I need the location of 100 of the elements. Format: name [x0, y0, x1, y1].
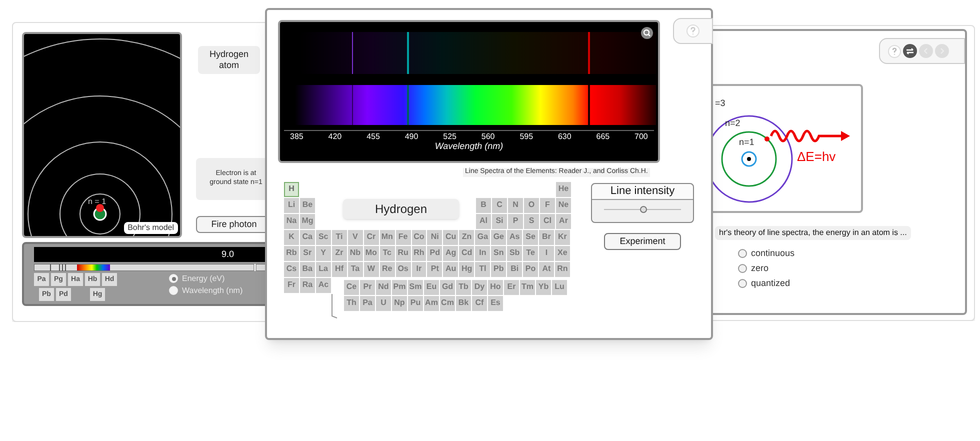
element-tile[interactable]: Eu [424, 280, 439, 295]
element-tile[interactable]: Cu [443, 230, 458, 245]
element-tile[interactable]: V [348, 230, 363, 245]
element-tile[interactable]: Er [504, 280, 519, 295]
element-tile[interactable]: Am [424, 296, 439, 311]
element-tile[interactable]: W [364, 262, 379, 277]
element-tile[interactable]: Sb [507, 246, 522, 261]
help-tab[interactable] [673, 18, 713, 44]
element-tile[interactable]: Mg [300, 214, 315, 229]
element-tile[interactable]: Ac [316, 278, 331, 293]
element-tile[interactable]: Na [284, 214, 299, 229]
element-tile[interactable]: Po [523, 262, 538, 277]
element-tile[interactable]: Sc [316, 230, 331, 245]
element-tile[interactable]: Ge [491, 230, 506, 245]
element-tile[interactable]: B [476, 198, 491, 213]
element-tile[interactable]: Li [284, 198, 299, 213]
element-tile[interactable]: As [507, 230, 522, 245]
element-tile[interactable]: Tc [380, 246, 395, 261]
element-tile[interactable]: S [524, 214, 539, 229]
element-tile[interactable]: O [524, 198, 539, 213]
element-tile[interactable]: Sn [491, 246, 506, 261]
element-tile[interactable]: K [284, 230, 299, 245]
element-tile[interactable]: Pd [427, 246, 442, 261]
element-tile[interactable]: Pb [491, 262, 506, 277]
element-tile[interactable]: Pa [360, 296, 375, 311]
element-tile[interactable]: La [316, 262, 331, 277]
element-tile[interactable]: Ne [556, 198, 571, 213]
element-tile[interactable]: Pr [360, 280, 375, 295]
experiment-button[interactable]: Experiment [604, 232, 681, 250]
element-tile[interactable]: Bi [507, 262, 522, 277]
element-tile[interactable]: Ru [396, 246, 410, 261]
element-tile[interactable]: Ba [300, 262, 315, 277]
radio-button[interactable] [738, 249, 747, 258]
element-tile[interactable]: P [508, 214, 523, 229]
element-tile[interactable]: Co [412, 230, 426, 245]
element-tile[interactable]: Al [476, 214, 491, 229]
element-tile[interactable]: Mn [380, 230, 395, 245]
element-tile[interactable]: Th [344, 296, 359, 311]
element-tile[interactable]: Os [396, 262, 410, 277]
element-tile[interactable]: Ho [488, 280, 503, 295]
slider-thumb[interactable] [640, 206, 646, 213]
element-tile[interactable]: Ni [427, 230, 442, 245]
element-tile[interactable]: He [556, 182, 571, 197]
element-tile[interactable]: Cl [540, 214, 555, 229]
element-tile[interactable]: Tl [475, 262, 490, 277]
element-tile[interactable]: Dy [472, 280, 487, 295]
element-tile[interactable]: Pm [392, 280, 407, 295]
element-tile[interactable]: Ta [348, 262, 363, 277]
element-tile[interactable]: Y [316, 246, 331, 261]
element-tile[interactable]: H [284, 182, 299, 197]
element-tile[interactable]: Tm [520, 280, 535, 295]
element-tile[interactable]: Kr [554, 230, 570, 245]
element-tile[interactable]: Fe [396, 230, 410, 245]
element-tile[interactable]: Cr [364, 230, 379, 245]
element-tile[interactable]: Se [523, 230, 538, 245]
element-tile[interactable]: Sr [300, 246, 315, 261]
element-tile[interactable]: Rb [284, 246, 299, 261]
element-tile[interactable]: Gd [440, 280, 455, 295]
element-tile[interactable]: Zn [459, 230, 474, 245]
reset-icon[interactable] [903, 44, 917, 58]
element-tile[interactable]: Te [523, 246, 538, 261]
element-tile[interactable]: In [475, 246, 490, 261]
element-tile[interactable]: Es [488, 296, 503, 311]
element-tile[interactable]: Cm [440, 296, 455, 311]
element-tile[interactable]: Mo [364, 246, 379, 261]
element-tile[interactable]: U [376, 296, 391, 311]
element-tile[interactable]: Rn [554, 262, 570, 277]
element-tile[interactable]: Zr [332, 246, 347, 261]
element-tile[interactable]: C [492, 198, 507, 213]
element-tile[interactable]: Sm [408, 280, 423, 295]
element-tile[interactable]: Ce [344, 280, 359, 295]
element-tile[interactable]: Ar [556, 214, 571, 229]
radio-button[interactable] [738, 264, 747, 273]
element-tile[interactable]: Pt [427, 262, 442, 277]
element-tile[interactable]: Nb [348, 246, 363, 261]
element-tile[interactable]: Nd [376, 280, 391, 295]
element-tile[interactable]: Pu [408, 296, 423, 311]
element-tile[interactable]: Ra [300, 278, 315, 293]
element-tile[interactable]: F [540, 198, 555, 213]
element-tile[interactable]: Cf [472, 296, 487, 311]
element-tile[interactable]: Cs [284, 262, 299, 277]
element-tile[interactable]: Rh [412, 246, 426, 261]
element-tile[interactable]: Si [492, 214, 507, 229]
element-tile[interactable]: Hg [459, 262, 474, 277]
element-tile[interactable]: Br [539, 230, 554, 245]
element-tile[interactable]: Ag [443, 246, 458, 261]
element-tile[interactable]: Np [392, 296, 407, 311]
atom-button[interactable]: Hydrogen atom [198, 46, 260, 74]
element-tile[interactable]: Be [300, 198, 315, 213]
fire-photon-button[interactable]: Fire photon [196, 216, 268, 233]
element-tile[interactable]: Re [380, 262, 395, 277]
element-tile[interactable]: Xe [554, 246, 570, 261]
radio-button[interactable] [738, 279, 747, 288]
element-tile[interactable]: Lu [552, 280, 567, 295]
element-tile[interactable]: At [539, 262, 554, 277]
element-tile[interactable]: Yb [536, 280, 551, 295]
element-tile[interactable]: Ir [412, 262, 426, 277]
element-tile[interactable]: Fr [284, 278, 299, 293]
element-tile[interactable]: Ga [475, 230, 490, 245]
element-tile[interactable]: Ca [300, 230, 315, 245]
